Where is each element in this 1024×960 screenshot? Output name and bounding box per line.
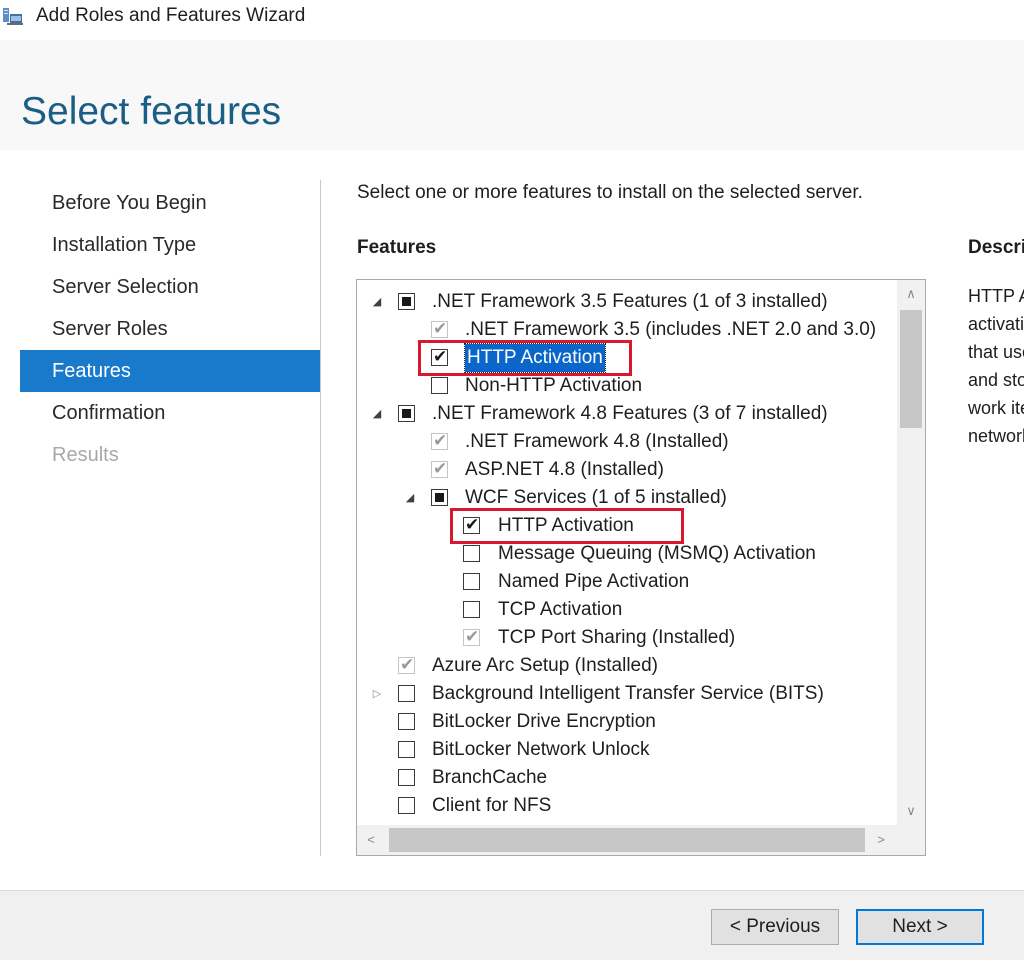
previous-button[interactable]: < Previous xyxy=(711,909,839,945)
tree-row[interactable]: Azure Arc Setup (Installed) xyxy=(357,652,897,680)
feature-checkbox[interactable] xyxy=(463,624,480,650)
description-line: and stop dynamically in response to xyxy=(968,370,1024,390)
vertical-scrollbar[interactable]: ∧ ∨ xyxy=(897,280,925,825)
description-text: HTTP Activation supports process activat… xyxy=(968,282,1024,450)
collapse-arrow-icon[interactable]: ◢ xyxy=(404,484,416,512)
feature-checkbox[interactable] xyxy=(431,489,448,506)
feature-label[interactable]: BitLocker Network Unlock xyxy=(432,736,650,764)
nav-item-installation-type[interactable]: Installation Type xyxy=(20,224,320,266)
feature-checkbox[interactable] xyxy=(463,545,480,562)
highlight-box xyxy=(450,508,684,544)
feature-label[interactable]: ASP.NET 4.8 (Installed) xyxy=(465,456,664,484)
scroll-down-icon[interactable]: ∨ xyxy=(897,797,925,825)
features-tree[interactable]: ∧ ∨ < > ◢ .NET Framework 3.5 Features (1 … xyxy=(356,279,926,856)
horizontal-scroll-thumb[interactable] xyxy=(389,828,865,852)
nav-item-server-selection[interactable]: Server Selection xyxy=(20,266,320,308)
feature-checkbox[interactable] xyxy=(398,769,415,786)
tree-row[interactable]: BranchCache xyxy=(357,764,897,792)
feature-label[interactable]: TCP Port Sharing (Installed) xyxy=(498,624,735,652)
highlight-box xyxy=(418,340,632,376)
feature-checkbox[interactable] xyxy=(463,601,480,618)
feature-label[interactable]: .NET Framework 4.8 (Installed) xyxy=(465,428,729,456)
tree-row[interactable]: .NET Framework 4.8 (Installed) xyxy=(357,428,897,456)
description-line: work items that arrive over the xyxy=(968,398,1024,418)
feature-label[interactable]: Background Intelligent Transfer Service … xyxy=(432,680,824,708)
feature-checkbox[interactable] xyxy=(431,377,448,394)
feature-checkbox[interactable] xyxy=(398,741,415,758)
tree-row[interactable]: Non-HTTP Activation xyxy=(357,372,897,400)
tree-row[interactable]: ◢ .NET Framework 4.8 Features (3 of 7 ins… xyxy=(357,400,897,428)
page-title: Select features xyxy=(21,90,282,133)
feature-checkbox[interactable] xyxy=(431,456,448,482)
feature-label[interactable]: Named Pipe Activation xyxy=(498,568,689,596)
collapse-arrow-icon[interactable]: ◢ xyxy=(371,288,383,316)
description-line: HTTP Activation supports process xyxy=(968,286,1024,306)
feature-label[interactable]: Client for NFS xyxy=(432,792,551,820)
description-line: that use HTTP Activation can start xyxy=(968,342,1024,362)
tree-row[interactable]: BitLocker Network Unlock xyxy=(357,736,897,764)
feature-label[interactable]: .NET Framework 4.8 Features (3 of 7 inst… xyxy=(432,400,828,428)
collapse-arrow-icon[interactable]: ◢ xyxy=(371,400,383,428)
feature-checkbox[interactable] xyxy=(431,428,448,454)
feature-checkbox[interactable] xyxy=(398,405,415,422)
wizard-footer: < Previous Next > xyxy=(0,890,1024,960)
expand-arrow-icon[interactable]: ▷ xyxy=(371,680,383,708)
scroll-up-icon[interactable]: ∧ xyxy=(897,280,925,308)
vertical-scroll-thumb[interactable] xyxy=(900,310,922,428)
description-heading: Description xyxy=(968,237,1024,258)
next-button[interactable]: Next > xyxy=(856,909,984,945)
tree-row[interactable]: ASP.NET 4.8 (Installed) xyxy=(357,456,897,484)
nav-item-server-roles[interactable]: Server Roles xyxy=(20,308,320,350)
feature-checkbox[interactable] xyxy=(398,293,415,310)
tree-row[interactable]: TCP Port Sharing (Installed) xyxy=(357,624,897,652)
feature-checkbox[interactable] xyxy=(398,652,415,678)
title-bar: Add Roles and Features Wizard xyxy=(0,0,1024,40)
nav-divider xyxy=(320,180,321,856)
tree-row[interactable]: Named Pipe Activation xyxy=(357,568,897,596)
wizard-nav: Before You Begin Installation Type Serve… xyxy=(20,182,320,476)
description-line: network via HTTP. xyxy=(968,426,1024,446)
feature-label[interactable]: .NET Framework 3.5 Features (1 of 3 inst… xyxy=(432,288,828,316)
scroll-right-icon[interactable]: > xyxy=(867,826,895,854)
feature-checkbox[interactable] xyxy=(431,316,448,342)
feature-checkbox[interactable] xyxy=(398,797,415,814)
tree-row[interactable]: ◢ .NET Framework 3.5 Features (1 of 3 ins… xyxy=(357,288,897,316)
feature-label[interactable]: Message Queuing (MSMQ) Activation xyxy=(498,540,816,568)
server-manager-icon xyxy=(2,6,24,26)
tree-row[interactable]: ▷ Background Intelligent Transfer Service… xyxy=(357,680,897,708)
horizontal-scrollbar[interactable]: < > xyxy=(357,825,925,855)
nav-item-results: Results xyxy=(52,444,119,466)
feature-label[interactable]: Azure Arc Setup (Installed) xyxy=(432,652,658,680)
feature-label[interactable]: TCP Activation xyxy=(498,596,622,624)
feature-checkbox[interactable] xyxy=(463,573,480,590)
features-heading: Features xyxy=(357,237,437,258)
description-line: activation via HTTP. Applications xyxy=(968,314,1024,334)
scroll-left-icon[interactable]: < xyxy=(357,826,385,854)
feature-checkbox[interactable] xyxy=(398,713,415,730)
feature-label[interactable]: BranchCache xyxy=(432,764,547,792)
feature-label[interactable]: Non-HTTP Activation xyxy=(465,372,642,400)
tree-row[interactable]: Client for NFS xyxy=(357,792,897,820)
window-title: Add Roles and Features Wizard xyxy=(36,5,306,26)
nav-item-confirmation[interactable]: Confirmation xyxy=(20,392,320,434)
nav-item-features[interactable]: Features xyxy=(20,350,320,392)
nav-item-before-you-begin[interactable]: Before You Begin xyxy=(20,182,320,224)
feature-checkbox[interactable] xyxy=(398,685,415,702)
instructions-text: Select one or more features to install o… xyxy=(357,182,863,203)
tree-row[interactable]: TCP Activation xyxy=(357,596,897,624)
tree-row[interactable]: BitLocker Drive Encryption xyxy=(357,708,897,736)
feature-label[interactable]: BitLocker Drive Encryption xyxy=(432,708,656,736)
tree-row[interactable]: Message Queuing (MSMQ) Activation xyxy=(357,540,897,568)
